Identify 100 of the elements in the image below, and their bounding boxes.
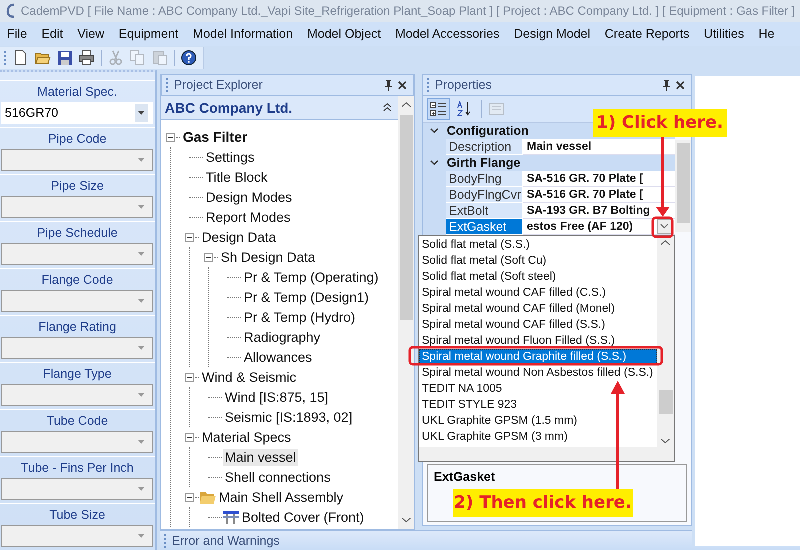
- property-name[interactable]: BodyFlng: [446, 171, 523, 187]
- dropdown-option[interactable]: Spiral metal wound Graphite filled (S.S.): [419, 349, 657, 365]
- flange-icon: [223, 510, 239, 524]
- collapse-icon[interactable]: [383, 103, 392, 112]
- collapse-icon[interactable]: [185, 492, 194, 502]
- tree-item[interactable]: Settings: [204, 148, 257, 166]
- pin-icon[interactable]: [384, 80, 393, 90]
- chevron-down-icon[interactable]: [430, 160, 439, 166]
- collapse-icon[interactable]: [204, 252, 213, 262]
- dropdown-option[interactable]: TEDIT NA 1005: [419, 381, 657, 397]
- dropdown-option[interactable]: UKL Graphite GPSM (3 mm): [419, 429, 657, 445]
- categorized-view-icon[interactable]: [427, 98, 450, 120]
- dropdown-option[interactable]: Spiral metal wound CAF filled (C.S.): [419, 285, 657, 301]
- tree-item[interactable]: Wind [IS:875, 15]: [223, 388, 331, 406]
- menu-item[interactable]: Equipment: [112, 27, 186, 41]
- tree-item[interactable]: Title Block: [204, 168, 270, 186]
- scrollbar-thumb[interactable]: [658, 390, 672, 414]
- app-logo-icon: [6, 3, 16, 19]
- dropdown-option[interactable]: Spiral metal wound Fluon Filled (S.S.): [419, 333, 657, 349]
- property-value: estos Free (AF 120): [527, 220, 634, 232]
- close-icon[interactable]: [398, 80, 407, 90]
- dropdown-option[interactable]: UKL Graphite GPSM (1.5 mm): [419, 413, 657, 429]
- folder-icon: [200, 490, 216, 504]
- dropdown-option[interactable]: Spiral metal wound CAF filled (S.S.): [419, 317, 657, 333]
- tree-item[interactable]: Material Specs: [200, 428, 294, 446]
- collapse-icon[interactable]: [185, 372, 194, 382]
- resize-grip[interactable]: [418, 447, 675, 462]
- dropdown-option[interactable]: Solid flat metal (S.S.): [419, 237, 657, 253]
- scrollbar[interactable]: [398, 96, 414, 529]
- panel-title: Properties: [435, 78, 493, 92]
- field-label: Flange Rating: [38, 320, 116, 334]
- property-name[interactable]: ExtBolt: [446, 203, 523, 219]
- scroll-up-icon[interactable]: [402, 102, 410, 107]
- property-name[interactable]: Description: [446, 139, 523, 155]
- dropdown-option[interactable]: Spiral metal wound CAF filled (Monel): [419, 301, 657, 317]
- menu-item[interactable]: Edit: [34, 27, 70, 41]
- description-title: ExtGasket: [434, 470, 496, 484]
- scroll-up-icon[interactable]: [661, 240, 670, 245]
- caret-icon: [138, 158, 145, 162]
- menu-item[interactable]: View: [70, 27, 112, 41]
- dropdown-button[interactable]: [657, 219, 672, 234]
- scrollbar[interactable]: [657, 236, 674, 448]
- caret-icon: [138, 487, 145, 491]
- property-name[interactable]: BodyFlngCvr: [446, 187, 523, 203]
- close-icon[interactable]: [676, 80, 685, 90]
- dropdown-field[interactable]: 516GR70: [1, 102, 153, 124]
- collapse-icon[interactable]: [185, 432, 194, 442]
- caret-icon: [138, 111, 145, 115]
- dropdown-option[interactable]: Solid flat metal (Soft steel): [419, 269, 657, 285]
- menu-item[interactable]: Design Model: [506, 27, 598, 41]
- new-document-icon[interactable]: [13, 50, 29, 66]
- menu-item[interactable]: Model Object: [300, 27, 388, 41]
- tree-item[interactable]: Report Modes: [204, 208, 293, 226]
- tree-item[interactable]: Sh Design Data: [219, 248, 318, 266]
- dropdown-option[interactable]: Solid flat metal (Soft Cu): [419, 253, 657, 269]
- dropdown-option[interactable]: Spiral metal wound Non Asbestos filled (S.S.): [419, 365, 657, 381]
- chevron-down-icon[interactable]: [430, 128, 439, 134]
- collapse-icon[interactable]: [166, 132, 175, 142]
- field-label: Pipe Code: [48, 132, 107, 146]
- field-label: Flange Code: [42, 272, 114, 286]
- property-value: SA-516 GR. 70 Plate [: [527, 188, 644, 200]
- tree-item[interactable]: Main vessel: [223, 448, 298, 466]
- tree-item[interactable]: Shell connections: [223, 468, 333, 486]
- panel-title: Error and Warnings: [172, 534, 280, 548]
- tree-item[interactable]: Main Shell Assembly: [217, 488, 346, 506]
- menu-item[interactable]: Utilities: [696, 27, 752, 41]
- caret-icon: [138, 534, 145, 538]
- callout-label: 1) Click here.: [593, 109, 727, 137]
- menu-item[interactable]: Model Accessories: [388, 27, 507, 41]
- scroll-down-icon[interactable]: [661, 439, 670, 444]
- dropdown-option[interactable]: TEDIT STYLE 923: [419, 397, 657, 413]
- menu-item[interactable]: File: [0, 27, 35, 41]
- property-name[interactable]: ExtGasket: [446, 219, 523, 235]
- tree-item[interactable]: Allowances: [242, 348, 314, 366]
- panel-title: Project Explorer: [174, 78, 264, 92]
- caret-icon: [138, 252, 145, 256]
- collapse-icon[interactable]: [185, 232, 194, 242]
- field-label: Pipe Size: [51, 178, 104, 192]
- tree-item[interactable]: Radiography: [242, 328, 323, 346]
- menu-item[interactable]: Model Information: [186, 27, 300, 41]
- menu-item[interactable]: He: [752, 27, 782, 41]
- help-icon[interactable]: [181, 50, 197, 66]
- window-title: CademPVD [ File Name : ABC Company Ltd._Vapi Site_Refrigeration Plant_Soap Plant ] [ Project : ABC Company Ltd. ] [ Equipment : Gas Filter ]: [21, 4, 796, 18]
- tree-item[interactable]: Design Data: [200, 228, 278, 246]
- pin-icon[interactable]: [662, 80, 671, 90]
- tree-item[interactable]: Wind & Seismic: [200, 368, 299, 386]
- tree-item[interactable]: Pr & Temp (Hydro): [242, 308, 358, 326]
- tree-item[interactable]: Pr & Temp (Operating): [242, 268, 381, 286]
- scrollbar[interactable]: [675, 140, 691, 232]
- group-header: ABC Company Ltd.: [165, 100, 293, 116]
- caret-icon: [138, 205, 145, 209]
- menu-item[interactable]: Create Reports: [598, 27, 697, 41]
- tree-item[interactable]: Bolted Cover (Front): [240, 508, 366, 526]
- tree-item[interactable]: Pr & Temp (Design1): [242, 288, 372, 306]
- grip-icon: [427, 78, 430, 92]
- tree-item[interactable]: Seismic [IS:1893, 02]: [223, 408, 355, 426]
- scroll-down-icon[interactable]: [402, 518, 410, 523]
- tree-item[interactable]: Design Modes: [204, 188, 294, 206]
- tree-item[interactable]: Gas Filter: [181, 128, 250, 146]
- printer-icon[interactable]: [79, 50, 95, 66]
